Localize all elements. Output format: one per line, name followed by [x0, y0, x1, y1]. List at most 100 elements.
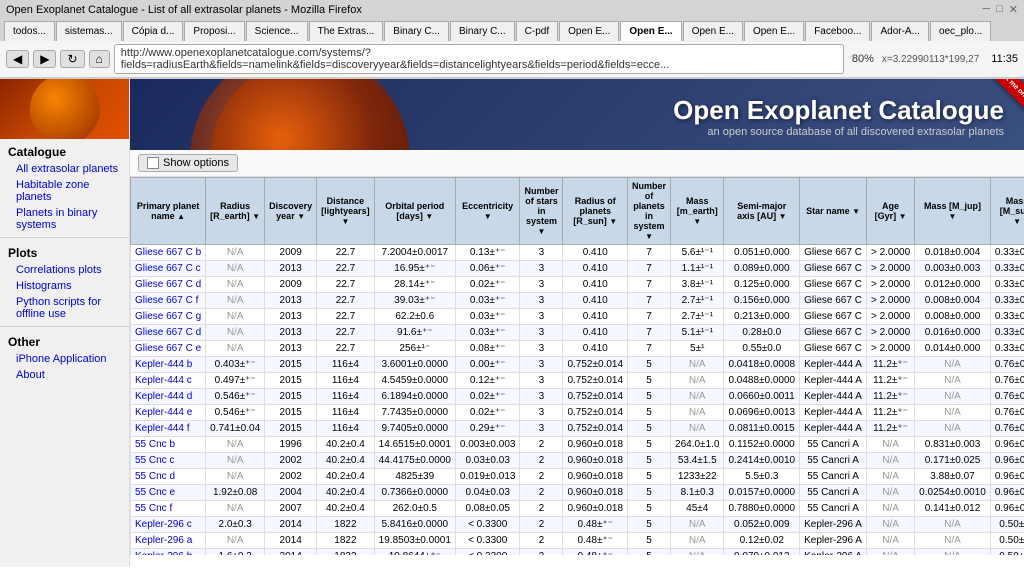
planet-name-link[interactable]: Kepler-444 f: [135, 423, 189, 434]
planet-name-link[interactable]: Kepler-296 c: [135, 519, 192, 530]
planet-name-link[interactable]: Gliese 667 C g: [135, 311, 201, 322]
table-row: Kepler-296 b1.6±0.32014182210.8644±⁺⁻< 0…: [131, 549, 1024, 556]
reload-button[interactable]: ↻: [60, 50, 84, 68]
sidebar-item-correlations[interactable]: Correlations plots: [0, 262, 129, 278]
cell-num_stars: 3: [520, 325, 563, 341]
browser-tab[interactable]: Open E...: [683, 21, 743, 41]
planet-name-link[interactable]: Gliese 667 C d: [135, 279, 201, 290]
planet-name-link[interactable]: Kepler-296 a: [135, 535, 192, 546]
cell-name[interactable]: Gliese 667 C d: [131, 325, 206, 341]
planet-name-link[interactable]: Gliese 667 C e: [135, 343, 201, 354]
browser-tab[interactable]: Binary C...: [384, 21, 449, 41]
column-header-eccentricity[interactable]: Eccentricity ▼: [455, 178, 520, 245]
column-header-period[interactable]: Orbital period [days] ▼: [374, 178, 455, 245]
planet-name-link[interactable]: 55 Cnc b: [135, 439, 175, 450]
cell-name[interactable]: Kepler-444 e: [131, 405, 206, 421]
planet-name-link[interactable]: Gliese 667 C d: [135, 327, 201, 338]
planet-name-link[interactable]: 55 Cnc c: [135, 455, 174, 466]
cell-name[interactable]: Kepler-444 f: [131, 421, 206, 437]
cell-name[interactable]: 55 Cnc f: [131, 501, 206, 517]
forward-button[interactable]: ▶: [33, 50, 56, 68]
cell-name[interactable]: Gliese 667 C c: [131, 261, 206, 277]
planet-name-link[interactable]: Kepler-444 b: [135, 359, 192, 370]
browser-tab[interactable]: Faceboo...: [805, 21, 870, 41]
browser-tab[interactable]: Open E...: [620, 21, 681, 41]
github-badge[interactable]: Fork me on GitHub: [944, 79, 1024, 150]
browser-tab[interactable]: Open E...: [744, 21, 804, 41]
cell-name[interactable]: Gliese 667 C g: [131, 309, 206, 325]
browser-tab[interactable]: Proposi...: [184, 21, 244, 41]
browser-tab[interactable]: todos...: [4, 21, 55, 41]
planet-name-link[interactable]: 55 Cnc e: [135, 487, 175, 498]
url-bar[interactable]: http://www.openexoplanetcatalogue.com/sy…: [114, 44, 844, 74]
cell-name[interactable]: 55 Cnc d: [131, 469, 206, 485]
cell-name[interactable]: Gliese 667 C b: [131, 245, 206, 261]
cell-name[interactable]: Kepler-296 b: [131, 549, 206, 556]
sidebar-item-binary[interactable]: Planets in binary systems: [0, 205, 129, 233]
planet-name-link[interactable]: 55 Cnc d: [135, 471, 175, 482]
browser-tab[interactable]: The Extras...: [309, 21, 384, 41]
column-header-radius_earth[interactable]: Radius [R_earth] ▼: [206, 178, 265, 245]
sidebar-item-histograms[interactable]: Histograms: [0, 278, 129, 294]
maximize-btn[interactable]: □: [996, 3, 1003, 16]
cell-name[interactable]: Kepler-296 a: [131, 533, 206, 549]
planet-name-link[interactable]: Kepler-444 e: [135, 407, 192, 418]
column-header-mass_jup[interactable]: Mass [M_jup] ▼: [915, 178, 991, 245]
sidebar-item-habitable[interactable]: Habitable zone planets: [0, 177, 129, 205]
cell-name[interactable]: Gliese 667 C f: [131, 293, 206, 309]
cell-name[interactable]: Kepler-444 d: [131, 389, 206, 405]
column-header-mass_sun[interactable]: Mass [M_sun] ▼: [990, 178, 1024, 245]
table-row: Kepler-444 e0.546±⁺⁻2015116±47.7435±0.00…: [131, 405, 1024, 421]
browser-tab[interactable]: sistemas...: [56, 21, 122, 41]
column-header-semi_major[interactable]: Semi-major axis [AU] ▼: [724, 178, 800, 245]
cell-period: 6.1894±0.0000: [374, 389, 455, 405]
sidebar-item-all-extrasolar[interactable]: All extrasolar planets: [0, 161, 129, 177]
cell-age: N/A: [866, 469, 914, 485]
column-header-num_planets[interactable]: Number of planets in system ▼: [628, 178, 671, 245]
column-header-disc_year[interactable]: Discovery year ▼: [265, 178, 317, 245]
planet-name-link[interactable]: Gliese 667 C f: [135, 295, 198, 306]
cell-name[interactable]: 55 Cnc b: [131, 437, 206, 453]
browser-tab[interactable]: Binary C...: [450, 21, 515, 41]
cell-name[interactable]: Kepler-296 c: [131, 517, 206, 533]
home-button[interactable]: ⌂: [89, 50, 110, 68]
planets-table-wrapper[interactable]: Primary planet name ▲Radius [R_earth] ▼D…: [130, 177, 1024, 555]
cell-name[interactable]: Kepler-444 b: [131, 357, 206, 373]
cell-star_name: Kepler-444 A: [800, 389, 867, 405]
cell-period: 62.2±0.6: [374, 309, 455, 325]
planet-name-link[interactable]: Kepler-444 c: [135, 375, 192, 386]
cell-eccentricity: 0.03±⁺⁻: [455, 309, 520, 325]
sidebar-item-iphone[interactable]: iPhone Application: [0, 351, 129, 367]
cell-eccentricity: 0.12±⁺⁻: [455, 373, 520, 389]
column-header-distance[interactable]: Distance [lightyears] ▼: [317, 178, 375, 245]
column-header-star_name[interactable]: Star name ▼: [800, 178, 867, 245]
column-header-radius_sun[interactable]: Radius of planets [R_sun] ▼: [563, 178, 628, 245]
planet-name-link[interactable]: Gliese 667 C b: [135, 247, 201, 258]
browser-tab[interactable]: Science...: [246, 21, 308, 41]
browser-tab[interactable]: Open E...: [559, 21, 619, 41]
sidebar-item-python[interactable]: Python scripts for offline use: [0, 294, 129, 322]
browser-tab[interactable]: C-pdf: [516, 21, 558, 41]
cell-radius_earth: N/A: [206, 309, 265, 325]
browser-tab[interactable]: Ador-A...: [871, 21, 928, 41]
planet-name-link[interactable]: 55 Cnc f: [135, 503, 172, 514]
cell-name[interactable]: 55 Cnc e: [131, 485, 206, 501]
back-button[interactable]: ◀: [6, 50, 29, 68]
column-header-mass_earth[interactable]: Mass [m_earth] ▼: [671, 178, 724, 245]
planet-name-link[interactable]: Kepler-296 b: [135, 551, 192, 555]
minimize-btn[interactable]: ─: [982, 3, 990, 16]
browser-tab[interactable]: Cópia d...: [123, 21, 184, 41]
cell-name[interactable]: 55 Cnc c: [131, 453, 206, 469]
planet-name-link[interactable]: Gliese 667 C c: [135, 263, 201, 274]
column-header-age[interactable]: Age [Gyr] ▼: [866, 178, 914, 245]
cell-name[interactable]: Kepler-444 c: [131, 373, 206, 389]
show-options-button[interactable]: Show options: [138, 154, 238, 172]
sidebar-item-about[interactable]: About: [0, 367, 129, 383]
column-header-name[interactable]: Primary planet name ▲: [131, 178, 206, 245]
cell-name[interactable]: Gliese 667 C e: [131, 341, 206, 357]
close-btn[interactable]: ✕: [1009, 3, 1018, 16]
browser-tab[interactable]: oec_plo...: [930, 21, 991, 41]
cell-name[interactable]: Gliese 667 C d: [131, 277, 206, 293]
planet-name-link[interactable]: Kepler-444 d: [135, 391, 192, 402]
column-header-num_stars[interactable]: Number of stars in system ▼: [520, 178, 563, 245]
